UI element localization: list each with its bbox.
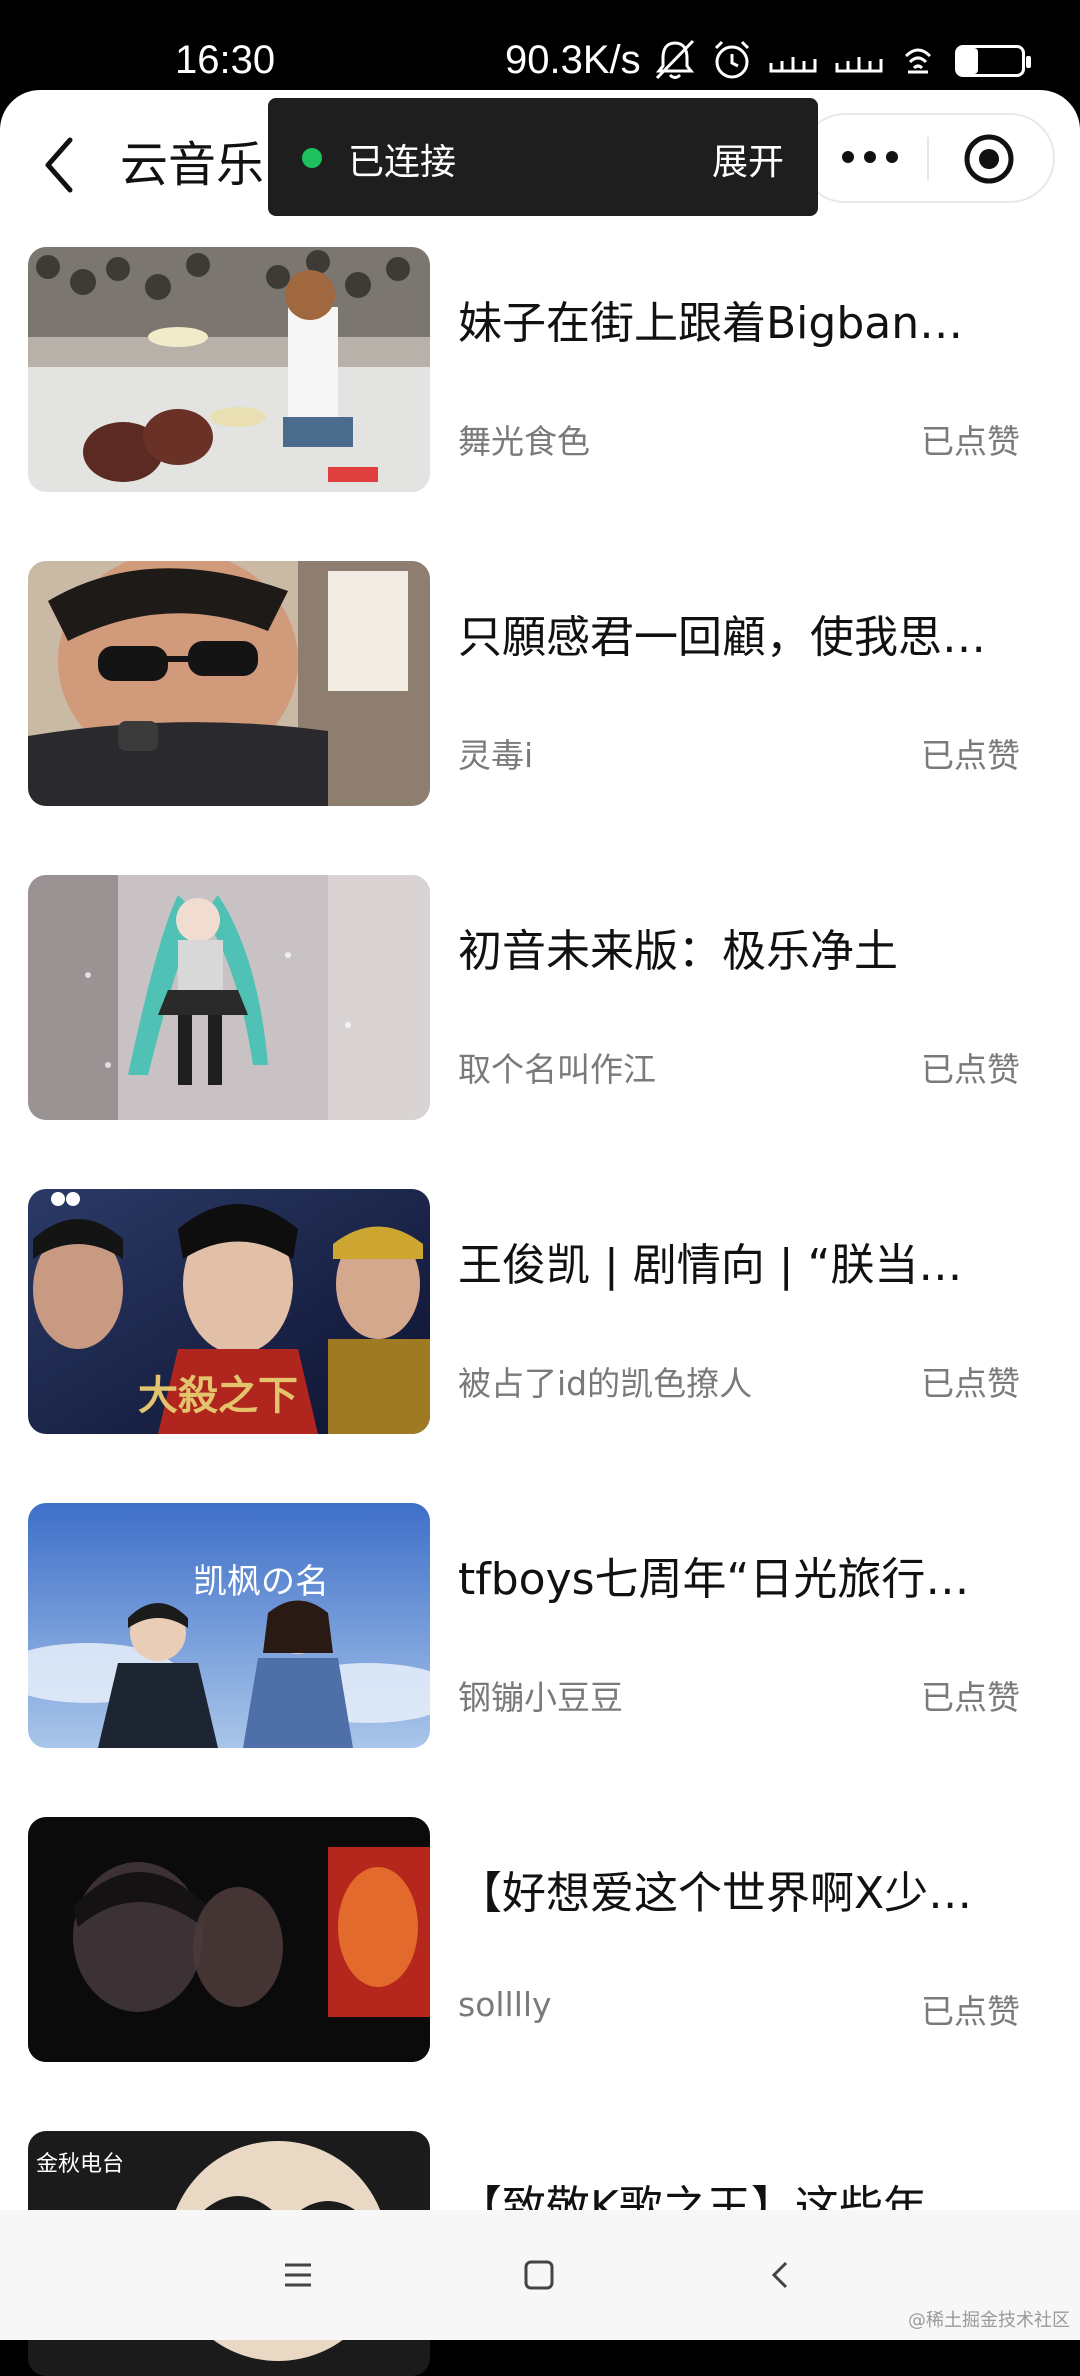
thumbnail-caption: 大殺之下 (138, 1372, 298, 1419)
list-item[interactable]: 妹子在街上跟着Bigbang… 舞光食色 已点赞 (0, 247, 1080, 492)
video-author: 取个名叫作江 (458, 1050, 656, 1089)
liked-status: 已点赞 (921, 1364, 1020, 1403)
chevron-left-icon (45, 137, 73, 193)
connection-toast: 已连接 展开 (268, 98, 818, 216)
app-page: 云音乐 已连接 展开 妹子在街上跟着Bigbang… 舞光食色 已点赞 只願感君… (0, 90, 1080, 2376)
video-thumbnail[interactable] (28, 875, 430, 1120)
video-thumbnail[interactable]: 凯枫の名 (28, 1503, 430, 1748)
close-miniprogram-button[interactable] (962, 132, 1016, 186)
home-button[interactable] (509, 2250, 569, 2300)
video-title[interactable]: 初音未来版：极乐净土 (458, 915, 988, 979)
expand-button[interactable]: 展开 (712, 133, 784, 185)
capsule-divider (927, 137, 929, 181)
menu-icon (285, 2263, 311, 2287)
alarm-icon (710, 40, 754, 80)
network-speed: 90.3K/s (505, 38, 641, 82)
list-item[interactable]: 【好想爱这个世界啊X少年… solllly 已点赞 (0, 1817, 1080, 2062)
more-button[interactable] (830, 137, 910, 177)
signal-icon-2 (834, 40, 884, 80)
video-title[interactable]: 【好想爱这个世界啊X少年… (458, 1857, 988, 1921)
thumbnail-caption: 金秋电台 (36, 2152, 124, 2177)
status-time: 16:30 (175, 38, 276, 82)
battery-icon: 31 (955, 45, 1031, 77)
home-square-icon (524, 2260, 554, 2290)
liked-status: 已点赞 (921, 422, 1020, 461)
back-arrow-icon (771, 2261, 788, 2289)
system-navigation-bar: @稀土掘金技术社区 (0, 2210, 1080, 2340)
connected-status-dot (302, 148, 322, 168)
video-author: 被占了id的凯色撩人 (458, 1364, 753, 1403)
video-author: 舞光食色 (458, 422, 590, 461)
list-item[interactable]: 只願感君一回顧，使我思… 灵毒i 已点赞 (0, 561, 1080, 806)
miniprogram-capsule (800, 113, 1055, 203)
video-thumbnail[interactable]: 大殺之下 (28, 1189, 430, 1434)
page-title: 云音乐 (120, 137, 265, 193)
more-dots-icon (842, 151, 898, 163)
liked-status: 已点赞 (921, 1678, 1020, 1717)
wifi-icon (898, 40, 938, 80)
video-author: solllly (458, 1985, 552, 2024)
watermark: @稀土掘金技术社区 (908, 2310, 1070, 2331)
liked-status: 已点赞 (921, 1050, 1020, 1089)
system-back-button[interactable] (750, 2250, 810, 2300)
video-thumbnail[interactable] (28, 561, 430, 806)
video-author: 钢镚小豆豆 (458, 1678, 623, 1717)
liked-status: 已点赞 (921, 736, 1020, 775)
menu-button[interactable] (268, 2250, 328, 2300)
video-thumbnail[interactable] (28, 1817, 430, 2062)
video-thumbnail[interactable] (28, 247, 430, 492)
target-close-icon (964, 134, 1014, 184)
liked-status: 已点赞 (921, 1992, 1020, 2031)
video-author: 灵毒i (458, 736, 534, 775)
signal-icon (768, 40, 818, 80)
list-item[interactable]: 凯枫の名 tfboys七周年“日光旅行… 钢镚小豆豆 已点赞 (0, 1503, 1080, 1748)
list-item[interactable]: 大殺之下 王俊凯 | 剧情向 | “朕当这… 被占了id的凯色撩人 已点赞 (0, 1189, 1080, 1434)
video-title[interactable]: tfboys七周年“日光旅行… (458, 1543, 988, 1607)
list-item[interactable]: 初音未来版：极乐净土 取个名叫作江 已点赞 (0, 875, 1080, 1120)
thumbnail-caption: 凯枫の名 (193, 1562, 329, 1602)
video-title[interactable]: 妹子在街上跟着Bigbang… (458, 287, 988, 351)
mute-notification-icon (652, 39, 698, 80)
connection-status-text: 已连接 (348, 142, 457, 183)
back-button[interactable] (40, 130, 80, 200)
battery-level-text: 31 (977, 46, 1003, 71)
video-title[interactable]: 只願感君一回顧，使我思… (458, 601, 988, 665)
video-title[interactable]: 王俊凯 | 剧情向 | “朕当这… (458, 1229, 988, 1293)
